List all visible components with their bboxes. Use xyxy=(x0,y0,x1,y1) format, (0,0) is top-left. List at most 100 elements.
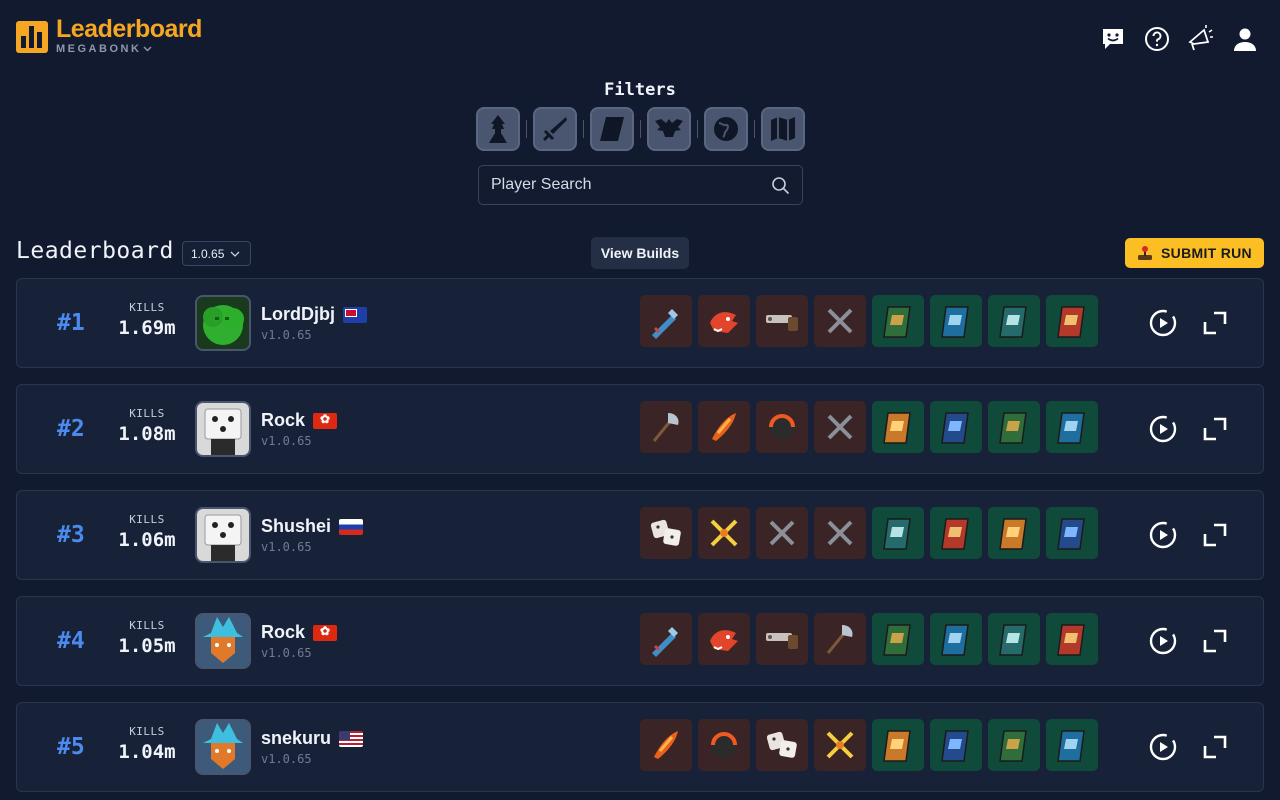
submit-run-button[interactable]: SUBMIT RUN xyxy=(1125,238,1264,268)
item-filter-icon xyxy=(655,119,683,137)
expand-icon xyxy=(1203,629,1227,653)
feedback-button[interactable] xyxy=(1098,22,1128,56)
player-search[interactable] xyxy=(478,165,803,205)
leaderboard-logo-icon xyxy=(16,20,48,53)
tome-slot[interactable] xyxy=(988,295,1040,347)
help-button[interactable] xyxy=(1142,22,1172,56)
game-selector[interactable]: MEGABONK xyxy=(56,43,202,55)
item-filter-button[interactable] xyxy=(647,107,691,151)
player-version: v1.0.65 xyxy=(261,540,312,554)
chevron-down-icon xyxy=(143,46,152,52)
player-name-text: snekuru xyxy=(261,728,332,748)
watch-run-button[interactable] xyxy=(1147,625,1179,657)
tome-slot[interactable] xyxy=(1046,507,1098,559)
view-builds-button[interactable]: View Builds xyxy=(591,237,689,269)
weapon-slot[interactable] xyxy=(640,613,692,665)
header-actions xyxy=(1098,22,1260,56)
tome-slot[interactable] xyxy=(988,613,1040,665)
tome-slot[interactable] xyxy=(930,295,982,347)
country-flag-icon xyxy=(339,730,364,747)
weapon-slot[interactable] xyxy=(640,295,692,347)
player-version: v1.0.65 xyxy=(261,646,312,660)
character-avatar xyxy=(195,295,251,351)
expand-button[interactable] xyxy=(1199,307,1231,339)
player-name[interactable]: LordDjbj xyxy=(261,304,367,325)
expand-button[interactable] xyxy=(1199,731,1231,763)
weapon-slot[interactable] xyxy=(698,613,750,665)
tome-slot[interactable] xyxy=(1046,295,1098,347)
announcements-button[interactable] xyxy=(1186,22,1216,56)
tome-slot[interactable] xyxy=(872,401,924,453)
expand-button[interactable] xyxy=(1199,625,1231,657)
tome-filter-icon xyxy=(600,117,624,141)
tome-slot[interactable] xyxy=(988,719,1040,771)
world-filter-icon xyxy=(714,117,738,141)
tome-slot[interactable] xyxy=(1046,613,1098,665)
search-input[interactable] xyxy=(491,176,771,194)
weapon-slot[interactable] xyxy=(640,401,692,453)
tome-slot[interactable] xyxy=(930,507,982,559)
weapon-slot[interactable] xyxy=(756,401,808,453)
empty-slot[interactable] xyxy=(814,507,866,559)
version-select[interactable]: 1.0.65 xyxy=(182,241,251,266)
tome-slot[interactable] xyxy=(872,719,924,771)
world-filter-button[interactable] xyxy=(704,107,748,151)
character-avatar xyxy=(195,401,251,457)
watch-run-button[interactable] xyxy=(1147,731,1179,763)
search-icon xyxy=(772,176,790,194)
character-filter-button[interactable] xyxy=(476,107,520,151)
tome-slot[interactable] xyxy=(872,295,924,347)
build-items xyxy=(640,295,1098,347)
leaderboard-row[interactable]: #4 KILLS 1.05m Rock v1.0.65 xyxy=(16,596,1264,686)
weapon-slot[interactable] xyxy=(698,295,750,347)
leaderboard-row[interactable]: #1 KILLS 1.69m LordDjbj v1.0.65 xyxy=(16,278,1264,368)
leaderboard-row[interactable]: #2 KILLS 1.08m Rock v1.0.65 xyxy=(16,384,1264,474)
empty-slot[interactable] xyxy=(756,507,808,559)
filters-title: Filters xyxy=(604,80,676,100)
leaderboard-row[interactable]: #3 KILLS 1.06m Shushei v1.0.65 xyxy=(16,490,1264,580)
account-button[interactable] xyxy=(1230,22,1260,56)
expand-button[interactable] xyxy=(1199,413,1231,445)
weapon-slot[interactable] xyxy=(756,719,808,771)
tome-slot[interactable] xyxy=(872,507,924,559)
watch-run-button[interactable] xyxy=(1147,307,1179,339)
tome-slot[interactable] xyxy=(872,613,924,665)
tome-slot[interactable] xyxy=(988,507,1040,559)
player-name[interactable]: snekuru xyxy=(261,728,364,749)
weapon-slot[interactable] xyxy=(640,719,692,771)
watch-run-button[interactable] xyxy=(1147,413,1179,445)
tome-slot[interactable] xyxy=(1046,401,1098,453)
expand-icon xyxy=(1203,735,1227,759)
weapon-slot[interactable] xyxy=(698,507,750,559)
empty-slot[interactable] xyxy=(814,295,866,347)
build-items xyxy=(640,401,1098,453)
tome-filter-button[interactable] xyxy=(590,107,634,151)
tome-slot[interactable] xyxy=(1046,719,1098,771)
player-name[interactable]: Shushei xyxy=(261,516,364,537)
app-logo[interactable]: Leaderboard MEGABONK xyxy=(16,17,202,55)
empty-slot[interactable] xyxy=(814,401,866,453)
tome-slot[interactable] xyxy=(988,401,1040,453)
player-name[interactable]: Rock xyxy=(261,622,338,643)
player-name[interactable]: Rock xyxy=(261,410,338,431)
weapon-slot[interactable] xyxy=(698,719,750,771)
leaderboard-row[interactable]: #5 KILLS 1.04m snekuru v1.0.65 xyxy=(16,702,1264,792)
joystick-icon xyxy=(1138,246,1153,260)
tome-slot[interactable] xyxy=(930,719,982,771)
user-icon xyxy=(1234,28,1256,51)
watch-run-button[interactable] xyxy=(1147,519,1179,551)
weapon-slot[interactable] xyxy=(698,401,750,453)
tome-slot[interactable] xyxy=(930,401,982,453)
weapon-slot[interactable] xyxy=(756,613,808,665)
kills-value: 1.69m xyxy=(118,317,176,339)
weapon-slot[interactable] xyxy=(814,719,866,771)
weapon-slot[interactable] xyxy=(756,295,808,347)
help-icon xyxy=(1145,27,1169,51)
expand-button[interactable] xyxy=(1199,519,1231,551)
map-filter-button[interactable] xyxy=(761,107,805,151)
weapon-slot[interactable] xyxy=(640,507,692,559)
weapon-filter-button[interactable] xyxy=(533,107,577,151)
tome-slot[interactable] xyxy=(930,613,982,665)
character-avatar xyxy=(195,613,251,669)
weapon-slot[interactable] xyxy=(814,613,866,665)
